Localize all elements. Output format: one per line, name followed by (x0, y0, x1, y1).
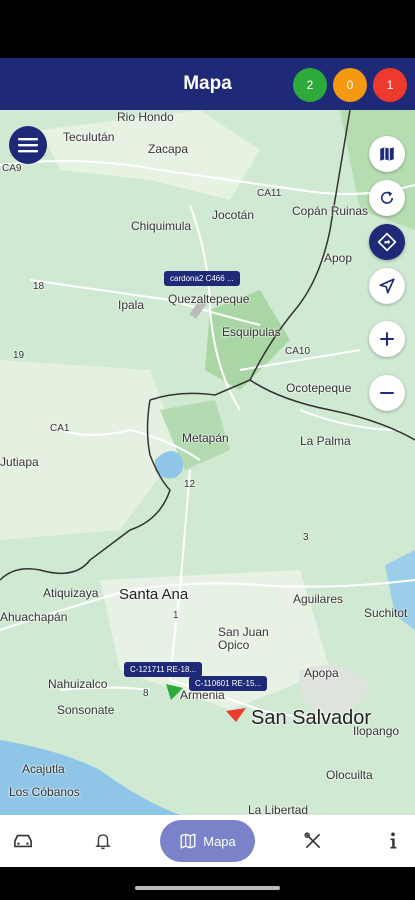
place-label: La Libertad (248, 803, 309, 815)
bottom-nav: Mapa (0, 815, 415, 867)
status-badge-red[interactable]: 1 (373, 68, 407, 102)
nav-map-label: Mapa (203, 833, 236, 849)
route-label: 18 (33, 281, 45, 292)
place-label: San Juan Opico (218, 625, 269, 652)
place-label: Atiquizaya (43, 586, 99, 600)
route-label: CA1 (50, 423, 70, 434)
tools-icon (304, 832, 321, 849)
home-indicator[interactable] (135, 886, 280, 890)
bell-icon (95, 834, 111, 850)
refresh-icon (380, 191, 394, 204)
plus-icon (380, 332, 394, 346)
route-label: 1 (173, 610, 179, 621)
route-label: CA10 (285, 346, 311, 357)
vehicle-tag[interactable]: cardona2 C466 ... (164, 271, 240, 286)
navigation-arrow-icon (379, 278, 395, 294)
nav-tools[interactable] (300, 815, 326, 867)
map-layers-button[interactable] (369, 136, 405, 172)
map-icon (180, 833, 196, 849)
place-label: Ahuachapán (0, 610, 68, 624)
map-icon (380, 147, 394, 161)
place-label: Sonsonate (57, 703, 115, 717)
place-label: Rio Hondo (117, 110, 174, 124)
car-icon (14, 834, 32, 848)
status-bar (0, 0, 415, 58)
nav-info[interactable] (380, 815, 406, 867)
page-title: Mapa (183, 73, 232, 94)
place-label: Teculután (63, 130, 115, 144)
route-label: 12 (184, 479, 196, 490)
zoom-out-button[interactable] (369, 375, 405, 411)
place-label: Ilopango (353, 724, 400, 738)
menu-icon (18, 138, 38, 153)
nav-alerts[interactable] (90, 815, 116, 867)
route-label: CA9 (2, 163, 22, 174)
place-label: Ipala (118, 298, 145, 312)
info-icon (390, 832, 397, 849)
place-label: Zacapa (148, 142, 189, 156)
place-label: Suchitot (364, 606, 408, 620)
minus-icon (380, 392, 394, 394)
directions-icon (377, 232, 397, 252)
place-label: Nahuizalco (48, 677, 108, 691)
app-header: Mapa 2 0 1 (0, 58, 415, 110)
zoom-in-button[interactable] (369, 321, 405, 357)
status-badges: 2 0 1 (293, 68, 407, 102)
route-label: CA11 (257, 188, 282, 199)
route-label: 8 (143, 688, 149, 699)
vehicle-tag[interactable]: C-110601 RE-15... (189, 676, 268, 691)
status-badge-orange[interactable]: 0 (333, 68, 367, 102)
route-label: 3 (303, 532, 309, 543)
place-label: Santa Ana (119, 586, 189, 603)
place-label: Chiquimula (131, 219, 192, 233)
place-label: Metapán (182, 431, 229, 445)
place-label: Jutiapa (0, 455, 39, 469)
place-label: La Palma (300, 434, 351, 448)
place-label: Aguilares (293, 592, 344, 606)
my-location-button[interactable] (369, 268, 405, 304)
place-label: Esquipulas (222, 325, 281, 339)
place-label: Quezaltepeque (168, 292, 250, 306)
gesture-area (0, 867, 415, 900)
place-label: Apop (324, 251, 353, 265)
route-label: 19 (13, 350, 25, 361)
map-view[interactable]: Rio Hondo Teculután Zacapa CA9 Chiquimul… (0, 110, 415, 815)
place-label: Jocotán (212, 208, 255, 222)
nav-vehicles[interactable] (8, 815, 38, 867)
refresh-button[interactable] (369, 180, 405, 216)
nav-map[interactable]: Mapa (160, 820, 255, 862)
place-label: Copán Ruinas (292, 204, 369, 218)
status-badge-green[interactable]: 2 (293, 68, 327, 102)
place-label: Olocuilta (326, 768, 373, 782)
place-label: Ocotepeque (286, 381, 352, 395)
place-label: Apopa (304, 666, 339, 680)
menu-button[interactable] (9, 126, 47, 164)
vehicle-tag[interactable]: C-121711 RE-18... (124, 662, 203, 677)
route-toggle-button[interactable] (369, 224, 405, 260)
place-label: Los Cóbanos (9, 785, 80, 799)
place-label: Acajutla (22, 762, 65, 776)
